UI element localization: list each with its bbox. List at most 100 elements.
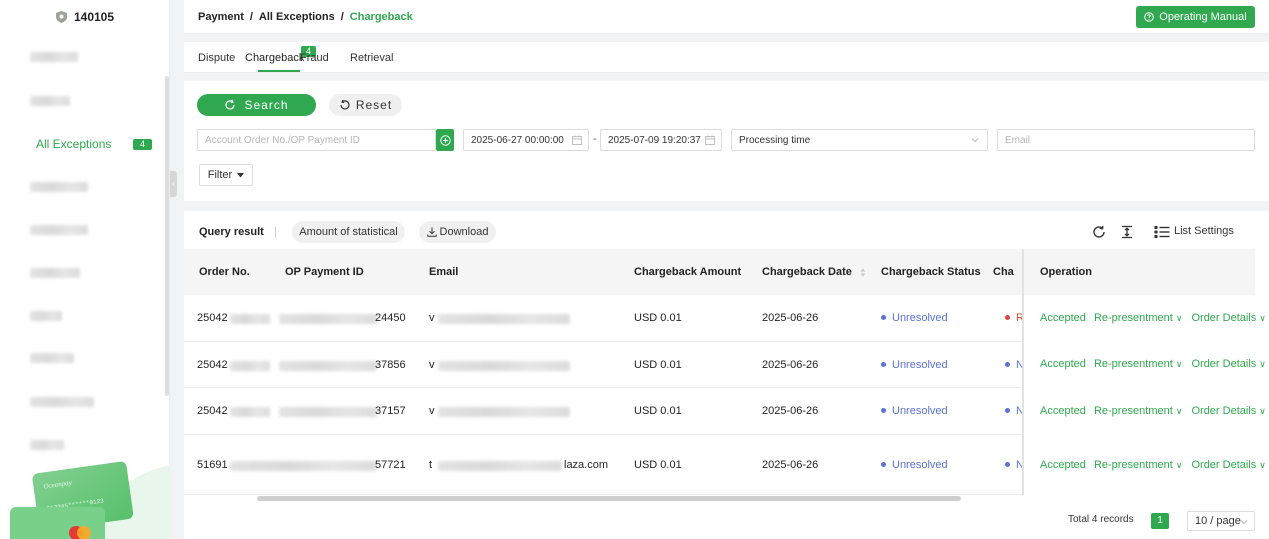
tab-retrieval[interactable]: Retrieval xyxy=(350,52,393,64)
redacted-order xyxy=(230,314,270,324)
order-details-dropdown[interactable]: Order Details ∨ xyxy=(1191,312,1265,324)
download-icon xyxy=(426,227,437,237)
active-tab-indicator xyxy=(258,70,300,72)
col-chargeback-amount: Chargeback Amount xyxy=(634,266,742,278)
chevron-down-icon xyxy=(1240,520,1248,525)
search-panel: Search Reset Account Order No./OP Paymen… xyxy=(184,81,1269,201)
exception-tabs: Dispute Chargeback 4 Fraud Retrieval xyxy=(184,42,1269,73)
download-button[interactable]: Download xyxy=(419,221,496,243)
sidebar-collapse-toggle[interactable]: ‹ xyxy=(170,171,177,197)
page-size-select[interactable]: 10 / page xyxy=(1187,511,1255,531)
col-chargeback-status: Chargeback Status xyxy=(881,266,981,278)
chevron-down-icon xyxy=(971,138,979,143)
redacted-order xyxy=(230,407,270,417)
breadcrumb-chargeback: Chargeback xyxy=(349,11,413,23)
refresh-icon[interactable] xyxy=(1092,225,1106,239)
sidebar-item-blurred[interactable] xyxy=(30,397,94,407)
accepted-link[interactable]: Accepted xyxy=(1040,358,1086,370)
redacted-order xyxy=(230,361,270,371)
operating-manual-button[interactable]: Operating Manual xyxy=(1136,6,1255,28)
accepted-link[interactable]: Accepted xyxy=(1040,405,1086,417)
operation-header: Operation xyxy=(1024,249,1255,295)
row-height-icon[interactable] xyxy=(1120,225,1134,239)
re-presentment-dropdown[interactable]: Re-presentment ∨ xyxy=(1094,358,1182,370)
calendar-icon xyxy=(705,135,715,145)
redacted-email xyxy=(438,314,570,324)
shield-icon xyxy=(55,11,67,23)
status-badge: Unresolved xyxy=(881,359,948,371)
filter-dropdown-button[interactable]: Filter xyxy=(199,164,253,186)
re-presentment-dropdown[interactable]: Re-presentment ∨ xyxy=(1094,405,1182,417)
question-circle-icon xyxy=(1144,12,1155,22)
row-operations: Accepted Re-presentment ∨ Order Details ∨ xyxy=(1040,358,1266,370)
merchant-id: 140105 xyxy=(73,10,115,24)
time-type-select[interactable]: Processing time xyxy=(731,129,988,151)
total-records: Total 4 records xyxy=(1068,514,1134,525)
plus-circle-icon xyxy=(439,134,451,146)
add-condition-button[interactable] xyxy=(436,129,454,151)
sidebar-item-label: All Exceptions xyxy=(36,137,112,151)
search-button[interactable]: Search xyxy=(197,94,316,116)
refresh-search-icon xyxy=(225,99,236,110)
sidebar-item-blurred[interactable] xyxy=(30,353,74,363)
redacted-email xyxy=(438,361,570,371)
redacted-email xyxy=(438,407,570,417)
exceptions-count-badge: 4 xyxy=(133,138,152,150)
re-presentment-dropdown[interactable]: Re-presentment ∨ xyxy=(1094,312,1182,324)
reset-button[interactable]: Reset xyxy=(329,94,402,116)
tab-chargeback[interactable]: Chargeback xyxy=(245,52,304,64)
sidebar-item-blurred[interactable] xyxy=(30,268,80,278)
date-from-input[interactable]: 2025-06-27 00:00:00 xyxy=(463,129,589,151)
redacted-order-and-payment-id xyxy=(230,461,377,471)
row-operations: Accepted Re-presentment ∨ Order Details ∨ xyxy=(1040,459,1266,471)
sidebar-item-blurred[interactable] xyxy=(30,225,88,235)
list-settings-button[interactable]: List Settings xyxy=(1174,225,1234,237)
row-operations: Accepted Re-presentment ∨ Order Details ∨ xyxy=(1040,405,1266,417)
order-details-dropdown[interactable]: Order Details ∨ xyxy=(1191,405,1265,417)
caret-down-icon xyxy=(237,172,245,177)
page-1-button[interactable]: 1 xyxy=(1151,513,1169,529)
results-panel: Query result Amount of statistical Downl… xyxy=(184,211,1269,539)
col-cha-truncated: Cha xyxy=(993,266,1014,278)
merchant-id-display: 140105 xyxy=(0,0,170,34)
accepted-link[interactable]: Accepted xyxy=(1040,459,1086,471)
row-operations: Accepted Re-presentment ∨ Order Details ∨ xyxy=(1040,312,1266,324)
sidebar-item-all-exceptions[interactable]: All Exceptions 4 xyxy=(0,133,170,155)
accepted-link[interactable]: Accepted xyxy=(1040,312,1086,324)
sidebar-item-blurred[interactable] xyxy=(30,440,64,450)
redacted-payment-id xyxy=(279,314,377,324)
breadcrumb: Payment / All Exceptions / Chargeback xyxy=(198,11,413,23)
list-settings-icon[interactable] xyxy=(1154,225,1170,239)
tab-dispute[interactable]: Dispute xyxy=(198,52,235,64)
status-badge: Unresolved xyxy=(881,459,948,471)
re-presentment-dropdown[interactable]: Re-presentment ∨ xyxy=(1094,459,1182,471)
breadcrumb-payment[interactable]: Payment xyxy=(198,11,244,23)
order-id-input[interactable]: Account Order No./OP Payment ID xyxy=(197,129,436,151)
sidebar-scrollbar[interactable] xyxy=(165,76,169,396)
amount-statistical-button[interactable]: Amount of statistical xyxy=(292,221,405,243)
order-details-dropdown[interactable]: Order Details ∨ xyxy=(1191,459,1265,471)
breadcrumb-all-exceptions[interactable]: All Exceptions xyxy=(259,11,335,23)
date-to-input[interactable]: 2025-07-09 19:20:37 xyxy=(600,129,722,151)
col-order-no: Order No. xyxy=(199,266,250,278)
sidebar-item-blurred[interactable] xyxy=(30,96,70,106)
credit-card-illustration: Oceanpay 012345******0123 xyxy=(0,455,170,539)
sidebar-item-blurred[interactable] xyxy=(30,311,62,321)
order-details-dropdown[interactable]: Order Details ∨ xyxy=(1191,358,1265,370)
status-badge: Unresolved xyxy=(881,312,948,324)
query-result-title: Query result xyxy=(199,226,264,238)
status-badge: Unresolved xyxy=(881,405,948,417)
sidebar-item-blurred[interactable] xyxy=(30,182,88,192)
sidebar-item-blurred[interactable] xyxy=(30,52,78,62)
redacted-payment-id xyxy=(279,407,377,417)
col-op-payment-id: OP Payment ID xyxy=(285,266,364,278)
col-operation: Operation xyxy=(1040,266,1092,278)
tab-fraud[interactable]: Fraud xyxy=(300,52,329,64)
table-horizontal-scrollbar[interactable] xyxy=(257,496,961,501)
email-input[interactable]: Email xyxy=(997,129,1255,151)
col-chargeback-date[interactable]: Chargeback Date xyxy=(762,266,866,278)
header-bar: Payment / All Exceptions / Chargeback Operat… xyxy=(184,0,1269,34)
date-range-separator: - xyxy=(593,133,597,145)
calendar-icon xyxy=(572,135,582,145)
sort-icon[interactable] xyxy=(860,268,866,277)
